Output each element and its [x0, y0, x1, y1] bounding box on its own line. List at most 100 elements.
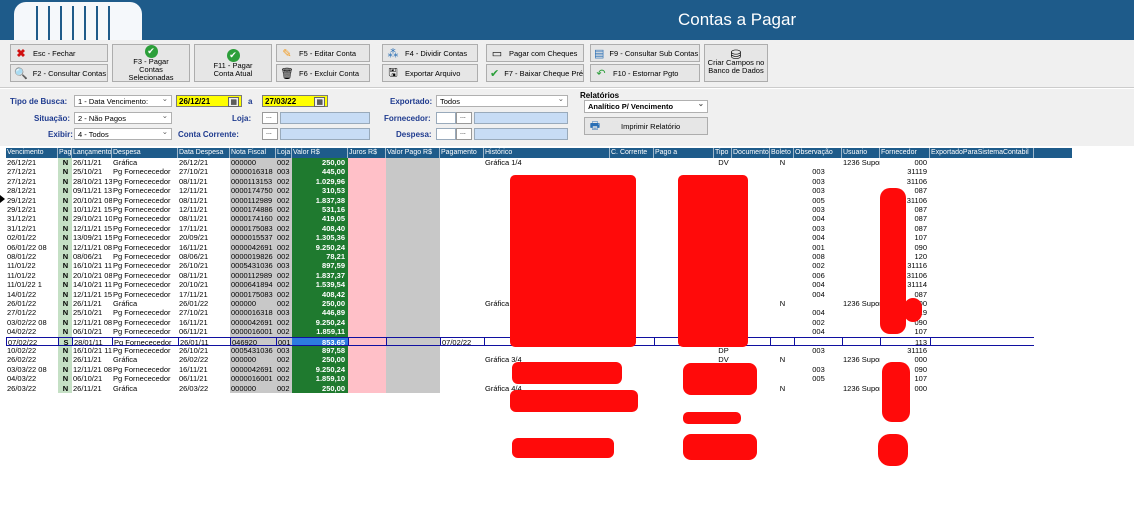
table-cell: 0000016318	[230, 167, 276, 177]
create-fields-button[interactable]: ⛁ Criar Campos no Banco de Dados	[704, 44, 768, 82]
column-header[interactable]: Vencimento	[6, 148, 58, 158]
table-row[interactable]: 26/12/21 N 26/11/21 Gráfica 26/12/21 000000 00…	[6, 158, 1072, 168]
search-type-select[interactable]: 1 - Data Vencimento:	[74, 95, 172, 107]
table-cell[interactable]: N	[58, 195, 72, 205]
table-cell[interactable]: N	[58, 158, 72, 168]
column-header[interactable]: Juros R$	[348, 148, 386, 158]
store-name-field[interactable]	[280, 112, 370, 124]
date-to-field[interactable]: 27/03/22 ▦	[262, 95, 328, 107]
column-header[interactable]: Tipo	[714, 148, 732, 158]
redaction-mark	[510, 175, 636, 347]
table-cell[interactable]: N	[58, 252, 72, 262]
reverse-payment-button[interactable]: ↶ F10 - Estornar Pgto	[590, 64, 700, 82]
table-cell[interactable]: S	[58, 336, 72, 346]
table-row[interactable]: 10/02/22 N 16/10/21 11 Pg Fornececedor 26/10…	[6, 346, 1072, 356]
edit-account-button[interactable]: ✎ F5 - Editar Conta	[276, 44, 370, 62]
table-cell[interactable]: N	[58, 374, 72, 384]
column-header[interactable]: Pagamento	[440, 148, 484, 158]
column-header[interactable]: Usuario	[842, 148, 880, 158]
pay-current-button[interactable]: ✔ F11 - Pagar Conta Atual	[194, 44, 272, 82]
table-cell: Pg Fornececedor	[113, 252, 171, 261]
status-select[interactable]: 2 - Não Pagos	[74, 112, 172, 124]
table-cell[interactable]: N	[58, 280, 72, 290]
table-cell: 002	[276, 374, 292, 384]
supplier-name-field[interactable]	[474, 112, 568, 124]
table-cell[interactable]: N	[58, 346, 72, 356]
split-accounts-button[interactable]: ⁂ F4 - Dividir Contas	[382, 44, 478, 62]
table-cell	[842, 233, 880, 242]
delete-account-button[interactable]: 🗑 F6 - Excluir Conta	[276, 64, 370, 82]
table-cell[interactable]: N	[58, 383, 72, 393]
column-header[interactable]: Observação	[794, 148, 842, 158]
column-header[interactable]: Pago a	[654, 148, 714, 158]
table-cell[interactable]: N	[58, 214, 72, 224]
table-cell[interactable]: N	[58, 233, 72, 243]
calendar-icon[interactable]: ▦	[314, 97, 325, 107]
sub-accounts-button[interactable]: ▤ F9 - Consultar Sub Contas	[590, 44, 700, 62]
table-cell[interactable]: N	[58, 364, 72, 375]
store-lookup-button[interactable]: ...	[262, 112, 278, 124]
settle-check-button[interactable]: ✔ F7 - Baixar Cheque Pré	[486, 64, 584, 82]
column-header[interactable]: Valor R$	[292, 148, 348, 158]
table-cell[interactable]: N	[58, 242, 72, 252]
column-header[interactable]: Lançamento	[72, 148, 112, 158]
table-cell[interactable]: N	[58, 176, 72, 187]
column-header[interactable]: Documento	[732, 148, 770, 158]
column-header[interactable]: C. Corrente	[610, 148, 654, 158]
column-header[interactable]: Data Despesa	[178, 148, 230, 158]
table-cell: 046920	[230, 336, 276, 346]
display-select[interactable]: 4 - Todos	[74, 128, 172, 140]
column-header[interactable]: Pagar	[58, 148, 72, 158]
table-cell	[440, 205, 484, 214]
pay-checks-button[interactable]: ▭ Pagar com Cheques	[486, 44, 584, 62]
table-cell[interactable]: N	[58, 317, 72, 328]
print-report-button[interactable]: 🖶 Imprimir Relatório	[584, 117, 708, 135]
consult-accounts-button[interactable]: 🔍 F2 - Consultar Contas	[10, 64, 108, 82]
account-lookup-button[interactable]: ...	[262, 128, 278, 140]
table-cell[interactable]: N	[58, 308, 72, 318]
exported-select[interactable]: Todos	[436, 95, 568, 107]
calendar-icon[interactable]: ▦	[228, 97, 239, 107]
pay-selected-button[interactable]: ✔ F3 - Pagar Contas Selecionadas	[112, 44, 190, 82]
table-cell[interactable]: N	[58, 167, 72, 177]
expense-lookup-button[interactable]: ...	[456, 128, 472, 140]
supplier-lookup-button[interactable]: ...	[456, 112, 472, 124]
table-cell[interactable]: N	[58, 270, 72, 281]
table-cell: 002	[276, 158, 292, 168]
column-header[interactable]: Histórico	[484, 148, 610, 158]
report-select[interactable]: Analítico P/ Vencimento	[584, 100, 708, 113]
supplier-code-field[interactable]	[436, 112, 456, 124]
current-account-field[interactable]	[280, 128, 370, 140]
expense-code-field[interactable]	[436, 128, 456, 140]
table-cell: 0005431036	[230, 346, 276, 356]
search-icon: 🔍	[14, 67, 28, 80]
expense-name-field[interactable]	[474, 128, 568, 140]
table-cell[interactable]: N	[58, 261, 72, 271]
column-header[interactable]: Fornecedor	[880, 148, 930, 158]
table-cell	[654, 158, 714, 167]
table-cell: 29/12/21	[7, 205, 37, 214]
column-header[interactable]: ExportadoParaSistemaContabil	[930, 148, 1034, 158]
close-button[interactable]: ✖ Esc - Fechar	[10, 44, 108, 62]
export-file-button[interactable]: 🖫 Exportar Arquivo	[382, 64, 478, 82]
table-cell[interactable]: N	[58, 355, 72, 365]
table-cell[interactable]: N	[58, 299, 72, 309]
table-cell: 897,59	[292, 261, 348, 271]
date-from-field[interactable]: 26/12/21 ▦	[176, 95, 242, 107]
column-header[interactable]: Despesa	[112, 148, 178, 158]
table-cell: Gráfica	[113, 158, 138, 167]
table-cell[interactable]: N	[58, 223, 72, 234]
table-cell: 0000174886	[230, 205, 276, 215]
table-cell: 06/10/21	[73, 374, 103, 384]
table-cell: 1.029,96	[292, 176, 348, 187]
table-cell[interactable]: N	[58, 327, 72, 337]
column-header[interactable]: Loja	[276, 148, 292, 158]
table-cell[interactable]: N	[58, 205, 72, 215]
table-cell[interactable]: N	[58, 289, 72, 299]
column-header[interactable]: Nota Fiscal	[230, 148, 276, 158]
redaction-mark	[683, 363, 757, 395]
table-cell[interactable]: N	[58, 186, 72, 196]
column-header[interactable]: Boleto	[770, 148, 794, 158]
table-cell	[842, 327, 880, 336]
column-header[interactable]: Valor Pago R$	[386, 148, 440, 158]
